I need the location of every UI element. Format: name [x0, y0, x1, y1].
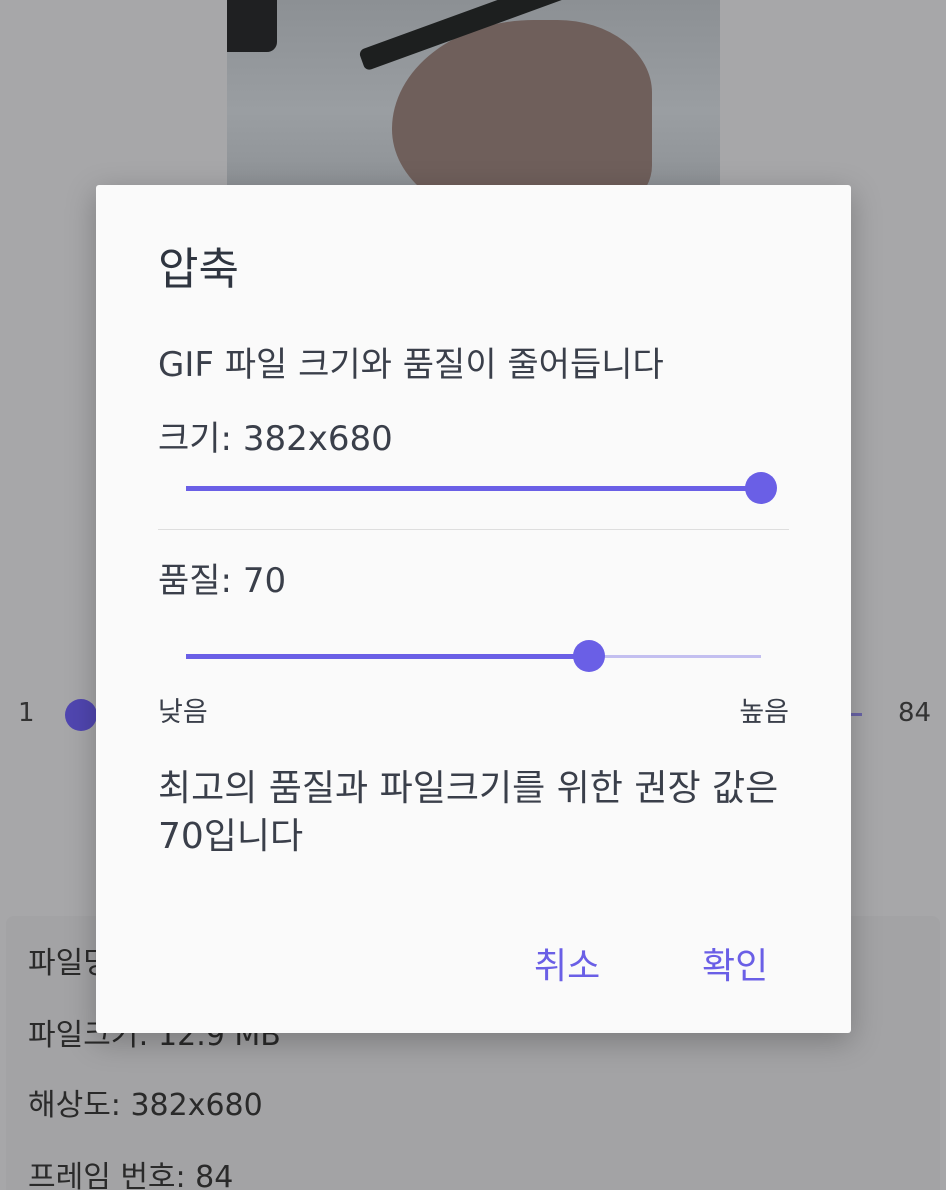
recommendation-text: 최고의 품질과 파일크기를 위한 권장 값은 70입니다 — [158, 768, 779, 857]
quality-slider[interactable] — [186, 639, 761, 675]
phone-in-photo — [227, 0, 277, 52]
cancel-button[interactable]: 취소 — [534, 937, 600, 989]
quality-slider-fill — [186, 654, 589, 659]
frame-slider-start-label: 1 — [18, 698, 35, 728]
quality-low-label: 낮음 — [158, 697, 208, 728]
quality-slider-thumb[interactable] — [572, 640, 605, 672]
size-label: 크기: 382x680 — [158, 419, 393, 459]
frame-number-label: 프레임 번호: 84 — [28, 1160, 234, 1190]
ok-button[interactable]: 확인 — [702, 937, 768, 989]
frame-slider-end-label: 84 — [898, 698, 932, 728]
frame-slider-track — [850, 713, 862, 716]
dialog-title: 압축 — [158, 244, 239, 295]
quality-high-label: 높음 — [739, 697, 789, 728]
resolution-label: 해상도: 382x680 — [28, 1088, 263, 1123]
compress-dialog: 압축 GIF 파일 크기와 품질이 줄어듭니다 크기: 382x680 품질: … — [96, 185, 851, 1033]
size-slider-fill — [186, 486, 761, 491]
size-slider[interactable] — [186, 471, 777, 507]
size-slider-thumb[interactable] — [745, 472, 777, 504]
gif-preview-image — [227, 0, 720, 186]
quality-label: 품질: 70 — [158, 561, 287, 601]
dialog-description: GIF 파일 크기와 품질이 줄어듭니다 — [158, 345, 664, 385]
screen: 1 84 파일명 파일크기: 12.9 MB 해상도: 382x680 프레임 … — [0, 0, 946, 1190]
divider — [158, 529, 789, 530]
frame-slider-thumb[interactable] — [65, 699, 97, 731]
